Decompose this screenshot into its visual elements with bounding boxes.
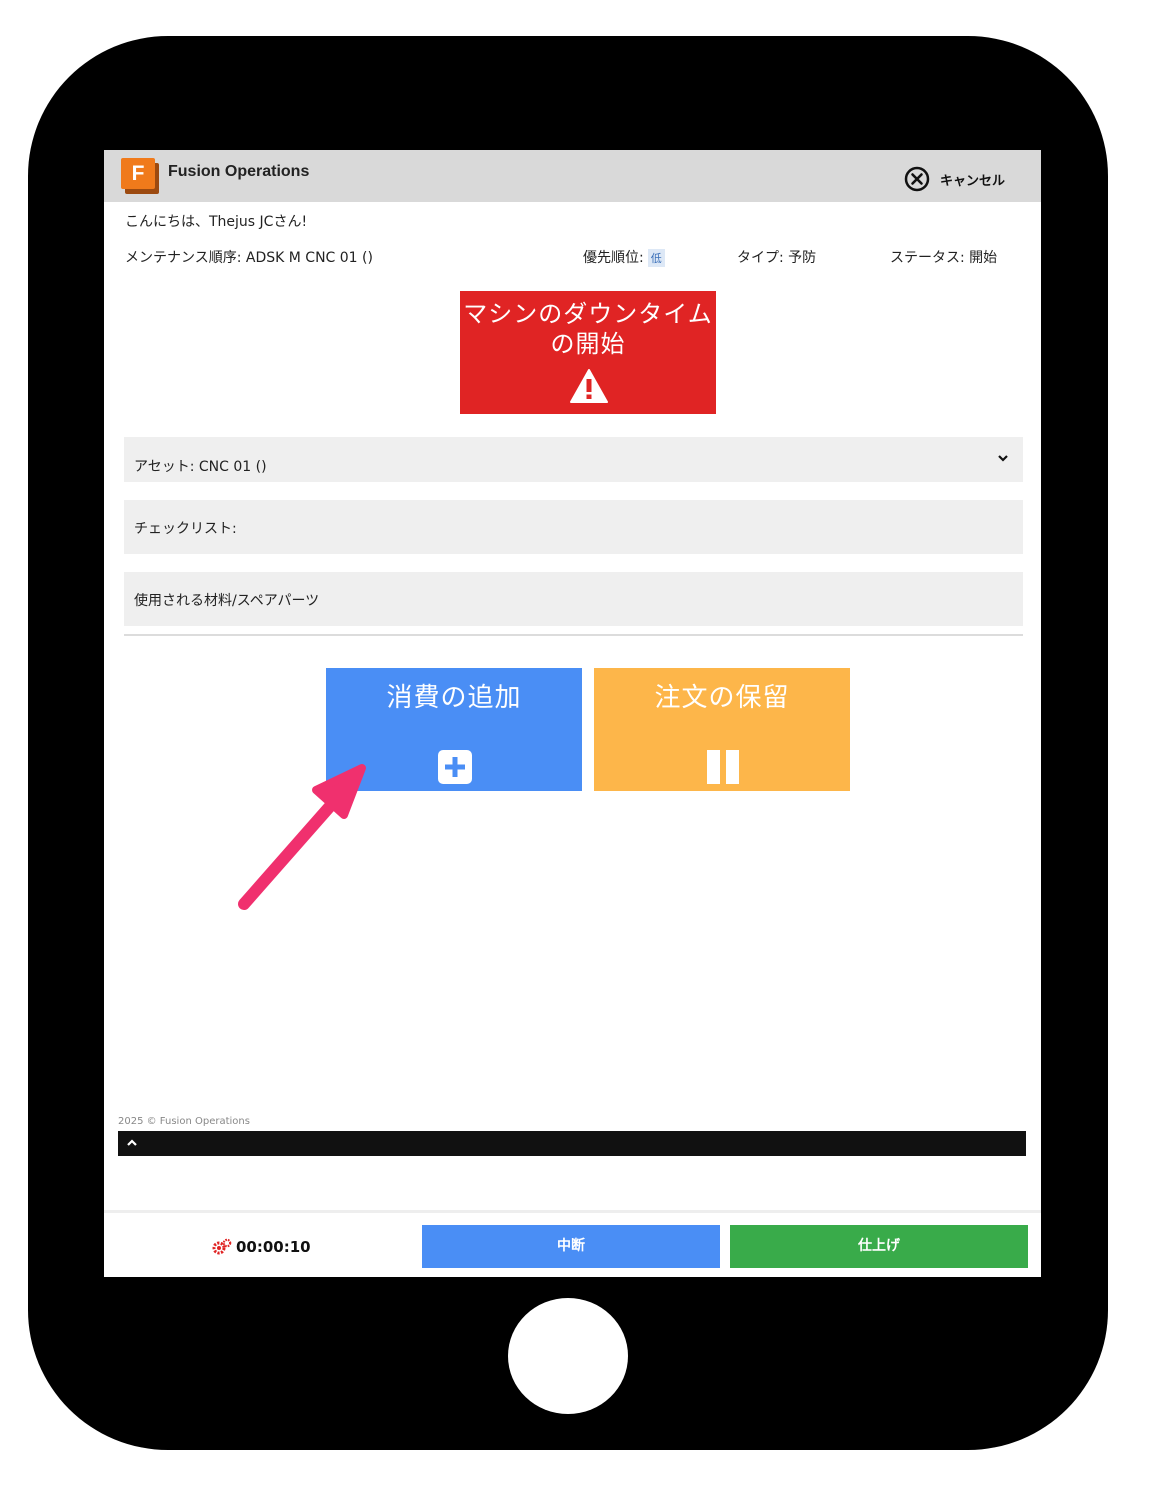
hold-order-label: 注文の保留 (654, 683, 790, 713)
app-title: Fusion Operations (168, 163, 310, 180)
checklist-section[interactable]: チェックリスト: (124, 500, 1023, 554)
priority-badge: 低 (647, 249, 665, 267)
fusion-logo-icon: F (121, 158, 159, 194)
finish-button[interactable]: 仕上げ (730, 1225, 1028, 1268)
app-screen: F Fusion Operations キャンセル こんにちは、Thejus J… (104, 150, 1041, 1277)
greeting-text: こんにちは、Thejus JCさん! (125, 214, 308, 230)
timer-value: 00:00:10 (236, 1238, 311, 1256)
plus-square-icon (438, 750, 472, 784)
cancel-label: キャンセル (940, 173, 1006, 189)
home-button[interactable] (508, 1298, 628, 1414)
timer: 00:00:10 (212, 1238, 311, 1256)
close-circle-icon (904, 166, 930, 192)
priority-field: 優先順位: 低 (583, 247, 665, 267)
add-consumption-label: 消費の追加 (386, 683, 522, 713)
hold-order-button[interactable]: 注文の保留 (594, 668, 850, 791)
pause-icon (707, 750, 739, 784)
start-downtime-button[interactable]: マシンのダウンタイムの開始 (460, 291, 716, 414)
interrupt-button[interactable]: 中断 (422, 1225, 720, 1268)
type-text: タイプ: 予防 (737, 250, 817, 266)
gears-icon (212, 1238, 232, 1255)
status-text: ステータス: 開始 (890, 250, 998, 266)
copyright-text: 2025 © Fusion Operations (118, 1116, 250, 1127)
chevron-up-icon (127, 1139, 137, 1146)
chevron-down-icon (998, 455, 1008, 462)
add-consumption-button[interactable]: 消費の追加 (326, 668, 582, 791)
checklist-label: チェックリスト: (134, 521, 237, 537)
warning-icon (570, 369, 608, 403)
materials-section[interactable]: 使用される材料/スペアパーツ (124, 572, 1023, 626)
top-bar: F Fusion Operations キャンセル (104, 150, 1041, 202)
materials-label: 使用される材料/スペアパーツ (134, 593, 320, 609)
asset-dropdown[interactable]: アセット: CNC 01 () (124, 437, 1023, 482)
asset-label: アセット: CNC 01 () (134, 459, 267, 475)
priority-label: 優先順位: (583, 250, 644, 266)
bottom-action-bar: 00:00:10 中断 仕上げ (104, 1210, 1041, 1277)
downtime-label: マシンのダウンタイムの開始 (463, 300, 713, 358)
maintenance-order-text: メンテナンス順序: ADSK M CNC 01 () (125, 250, 373, 266)
section-divider (124, 634, 1023, 636)
cancel-button[interactable]: キャンセル (904, 165, 1005, 193)
scroll-to-top-bar[interactable] (118, 1131, 1026, 1156)
